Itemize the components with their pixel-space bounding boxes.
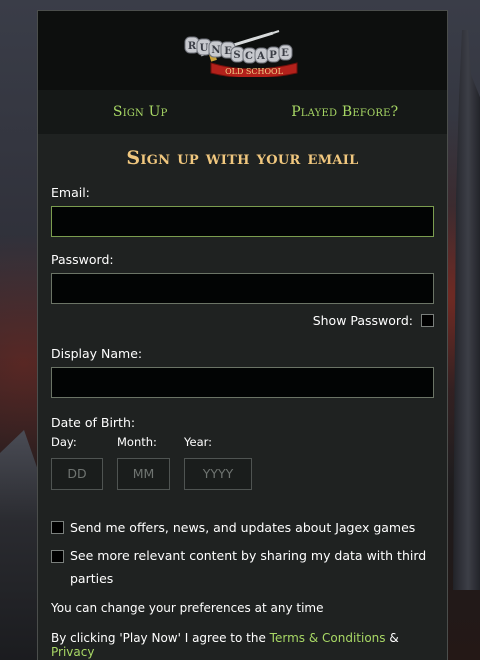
show-password-checkbox[interactable] [421, 314, 434, 327]
terms-link[interactable]: Terms & Conditions [270, 631, 386, 645]
logo-rune-c: C [245, 51, 253, 62]
offers-consent-text: Send me offers, news, and updates about … [70, 520, 416, 535]
email-label: Email: [51, 185, 90, 200]
offers-checkbox[interactable] [51, 521, 64, 534]
privacy-link[interactable]: Privacy [51, 645, 94, 659]
signup-panel: R U N E S C A P E OLD SCHOOL Sign Up Pla… [37, 10, 448, 660]
offers-consent-row: Send me offers, news, and updates about … [51, 520, 434, 535]
agreement-prefix: By clicking 'Play Now' I agree to the [51, 631, 270, 645]
day-label: Day: [51, 435, 77, 449]
background-cliff [0, 430, 40, 660]
page-title: Sign up with your email [126, 147, 359, 169]
logo-rune-n: N [211, 45, 220, 56]
agreement-text: By clicking 'Play Now' I agree to the Te… [51, 631, 434, 659]
month-input[interactable]: MM [117, 458, 170, 490]
email-field[interactable] [51, 206, 434, 237]
tab-played-before[interactable]: Played Before? [243, 104, 448, 120]
data-sharing-text-line2: parties [70, 571, 114, 586]
logo-graphic: R U N E S C A P E OLD SCHOOL [184, 29, 297, 78]
show-password-label: Show Password: [312, 313, 413, 328]
logo-rune-a: A [256, 51, 265, 62]
data-sharing-consent-row: See more relevant content by sharing my … [51, 548, 434, 590]
agreement-amp: & [385, 631, 399, 645]
day-input[interactable]: DD [51, 458, 103, 490]
signup-form: Email: Password: Show Password: Display … [38, 185, 447, 659]
logo-bar: R U N E S C A P E OLD SCHOOL [38, 11, 447, 90]
password-field[interactable] [51, 273, 434, 304]
password-label: Password: [51, 252, 114, 267]
data-sharing-text-line1: See more relevant content by sharing my … [70, 548, 427, 563]
logo-rune-e2: E [281, 48, 289, 59]
data-sharing-checkbox[interactable] [51, 550, 64, 563]
show-password-row: Show Password: [51, 313, 434, 328]
logo-rune-r: R [187, 41, 196, 52]
preferences-note: You can change your preferences at any t… [51, 601, 324, 615]
logo-rune-p: P [269, 50, 277, 61]
logo-rune-u: U [199, 43, 208, 54]
runescape-logo: R U N E S C A P E OLD SCHOOL [181, 25, 305, 78]
year-input[interactable]: YYYY [184, 458, 252, 490]
logo-rune-s: S [233, 50, 240, 61]
display-name-field[interactable] [51, 367, 434, 398]
auth-tabs: Sign Up Played Before? [38, 90, 447, 134]
dob-row: Day: DD Month: MM Year: YYYY [51, 435, 434, 490]
logo-banner-text: OLD SCHOOL [225, 67, 284, 76]
year-label: Year: [184, 435, 213, 449]
tab-sign-up[interactable]: Sign Up [38, 104, 243, 120]
display-name-label: Display Name: [51, 346, 143, 361]
logo-rune-e: E [224, 46, 232, 57]
month-label: Month: [117, 435, 157, 449]
dob-label: Date of Birth: [51, 415, 136, 430]
